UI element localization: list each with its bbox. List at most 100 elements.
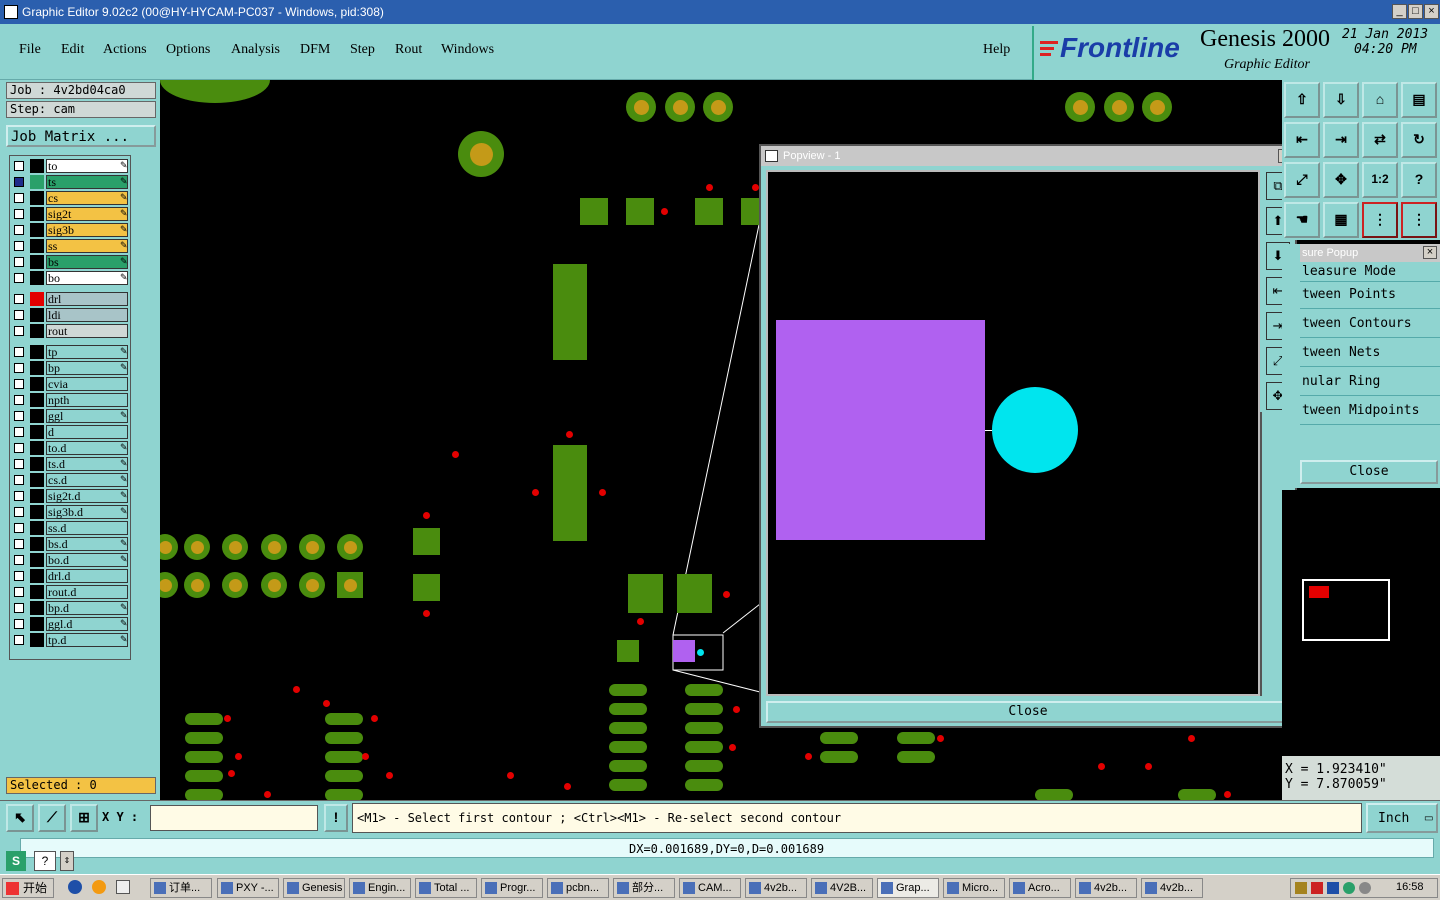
layer-name[interactable]: ggl.d <box>46 617 128 631</box>
layer-checkbox[interactable] <box>14 209 24 219</box>
panel-icon[interactable]: ▤ <box>1401 82 1437 118</box>
menu-step[interactable]: Step <box>350 42 375 58</box>
layer-name[interactable]: ggl <box>46 409 128 423</box>
menu-edit[interactable]: Edit <box>61 42 84 58</box>
layer-checkbox[interactable] <box>14 347 24 357</box>
layer-name[interactable]: npth <box>46 393 128 407</box>
select-tool-icon[interactable]: ⬉ <box>6 804 34 832</box>
layer-row[interactable]: bs.d ✎ <box>10 536 130 552</box>
popview-canvas[interactable] <box>766 170 1260 696</box>
menu-analysis[interactable]: Analysis <box>231 42 280 58</box>
layer-name[interactable]: to <box>46 159 128 173</box>
job-matrix-button[interactable]: Job Matrix ... <box>6 125 156 147</box>
layer-checkbox[interactable] <box>14 193 24 203</box>
layer-row[interactable]: bo.d ✎ <box>10 552 130 568</box>
taskbar-button[interactable]: CAM... <box>679 878 741 898</box>
net-highlight-icon[interactable]: ⋮ <box>1362 202 1398 238</box>
taskbar-button[interactable]: PXY -... <box>217 878 279 898</box>
layer-name[interactable]: ss <box>46 239 128 253</box>
layer-checkbox[interactable] <box>14 523 24 533</box>
taskbar-button[interactable]: Grap... <box>877 878 939 898</box>
maximize-button[interactable]: □ <box>1408 4 1423 19</box>
layer-name[interactable]: bo <box>46 271 128 285</box>
layer-row[interactable]: rout.d <box>10 584 130 600</box>
overview-map[interactable] <box>1282 490 1440 752</box>
layer-name[interactable]: bp <box>46 361 128 375</box>
taskbar-button[interactable]: Engin... <box>349 878 411 898</box>
measure-between-contours[interactable]: tween Contours <box>1300 311 1440 338</box>
layer-name[interactable]: bp.d <box>46 601 128 615</box>
layer-checkbox[interactable] <box>14 225 24 235</box>
layer-checkbox[interactable] <box>14 310 24 320</box>
layer-row[interactable]: ss ✎ <box>10 238 130 254</box>
zoom-fit-tool-icon[interactable]: ✥ <box>1323 162 1359 198</box>
layer-checkbox[interactable] <box>14 326 24 336</box>
layer-name[interactable]: ldi <box>46 308 128 322</box>
layer-row[interactable]: sig2t ✎ <box>10 206 130 222</box>
layer-row[interactable]: ggl ✎ <box>10 408 130 424</box>
popview-close-button[interactable]: Close <box>766 701 1290 723</box>
taskbar-button[interactable]: 4v2b... <box>1075 878 1137 898</box>
layer-checkbox[interactable] <box>14 539 24 549</box>
layer-row[interactable]: bp ✎ <box>10 360 130 376</box>
measure-between-midpoints[interactable]: tween Midpoints <box>1300 398 1440 425</box>
layer-row[interactable]: bs ✎ <box>10 254 130 270</box>
measure-between-points[interactable]: tween Points <box>1300 282 1440 309</box>
taskbar-button[interactable]: Progr... <box>481 878 543 898</box>
layer-row[interactable]: tp.d ✎ <box>10 632 130 648</box>
layer-name[interactable]: tp.d <box>46 633 128 647</box>
layer-name[interactable]: rout.d <box>46 585 128 599</box>
layer-row[interactable]: bo ✎ <box>10 270 130 286</box>
layer-row[interactable]: ss.d <box>10 520 130 536</box>
layer-row[interactable]: bp.d ✎ <box>10 600 130 616</box>
layer-checkbox[interactable] <box>14 571 24 581</box>
taskbar-button[interactable]: 4v2b... <box>1141 878 1203 898</box>
layer-checkbox[interactable] <box>14 161 24 171</box>
taskbar-button[interactable]: 订单... <box>150 878 212 898</box>
layer-checkbox[interactable] <box>14 411 24 421</box>
zoomed-selected-pad[interactable] <box>776 320 985 540</box>
start-button[interactable]: 开始 <box>2 878 54 898</box>
menu-rout[interactable]: Rout <box>395 42 422 58</box>
pan-right-tool-icon[interactable]: ⇥ <box>1323 122 1359 158</box>
layer-name[interactable]: ts.d <box>46 457 128 471</box>
tray-icon[interactable] <box>1327 882 1339 894</box>
unit-selector[interactable]: Inch ▭ <box>1366 803 1438 833</box>
layer-row[interactable]: npth <box>10 392 130 408</box>
layer-name[interactable]: ts <box>46 175 128 189</box>
layer-row[interactable]: to ✎ <box>10 158 130 174</box>
taskbar-button[interactable]: 4V2B... <box>811 878 873 898</box>
layer-name[interactable]: sig2t.d <box>46 489 128 503</box>
layer-name[interactable]: bo.d <box>46 553 128 567</box>
pan-left-tool-icon[interactable]: ⇤ <box>1284 122 1320 158</box>
layer-name[interactable]: cvia <box>46 377 128 391</box>
layer-row[interactable]: cvia <box>10 376 130 392</box>
layer-checkbox[interactable] <box>14 379 24 389</box>
menu-actions[interactable]: Actions <box>103 42 147 58</box>
layer-name[interactable]: rout <box>46 324 128 338</box>
layer-name[interactable]: cs <box>46 191 128 205</box>
net-select-icon[interactable]: ⋮ <box>1401 202 1437 238</box>
layer-name[interactable]: bs <box>46 255 128 269</box>
layer-checkbox[interactable] <box>14 475 24 485</box>
layer-checkbox[interactable] <box>14 459 24 469</box>
layer-row[interactable]: ts ✎ <box>10 174 130 190</box>
layer-name[interactable]: tp <box>46 345 128 359</box>
alert-icon[interactable]: ! <box>324 804 348 832</box>
tray-icon[interactable] <box>1359 882 1371 894</box>
grid-icon[interactable]: ▦ <box>1323 202 1359 238</box>
layer-row[interactable]: ldi <box>10 307 130 323</box>
layer-row[interactable]: sig2t.d ✎ <box>10 488 130 504</box>
layer-row[interactable]: ggl.d ✎ <box>10 616 130 632</box>
layer-row[interactable]: drl.d <box>10 568 130 584</box>
zoom-area-icon[interactable]: ⤢ <box>1284 162 1320 198</box>
layer-row[interactable]: tp ✎ <box>10 344 130 360</box>
layer-name[interactable]: drl <box>46 292 128 306</box>
layer-checkbox[interactable] <box>14 587 24 597</box>
layer-row[interactable]: cs ✎ <box>10 190 130 206</box>
grid-tool-icon[interactable]: ⊞ <box>70 804 98 832</box>
save-view-icon[interactable]: ⇩ <box>1323 82 1359 118</box>
scroll-arrows-icon[interactable]: ⇕ <box>60 851 74 871</box>
selected-pad[interactable] <box>673 640 695 662</box>
desktop-icon[interactable] <box>116 880 130 894</box>
